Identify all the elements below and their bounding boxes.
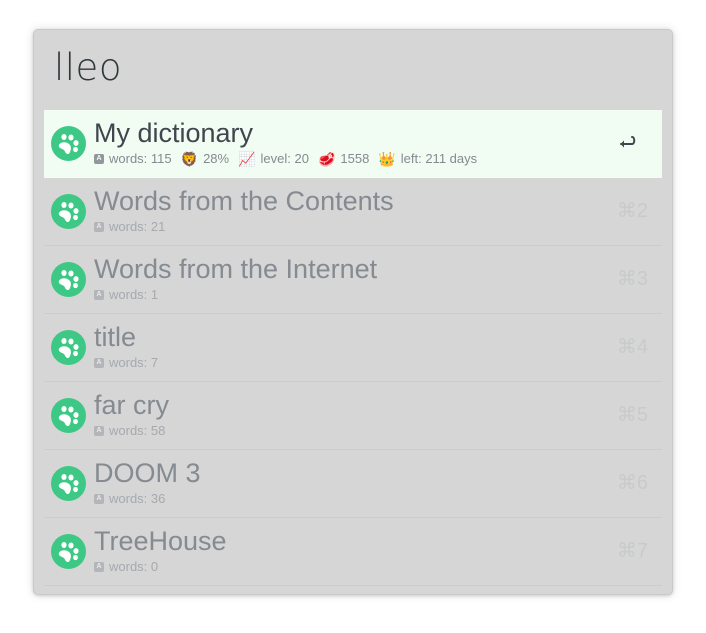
level-value: level: 20	[260, 151, 309, 166]
result-item-treehouse[interactable]: TreeHouse A words: 0 ⌘7	[44, 518, 662, 586]
result-item-doom-3[interactable]: DOOM 3 A words: 36 ⌘6	[44, 450, 662, 518]
launcher-window: lleo My dictionary A words: 115 🦁 28% 📈 …	[33, 29, 673, 595]
result-stats: A words: 36	[94, 490, 165, 508]
result-item-far-cry[interactable]: far cry A words: 58 ⌘5	[44, 382, 662, 450]
words-icon: A	[94, 290, 104, 300]
words-count: words: 58	[109, 423, 166, 438]
words-count: words: 21	[109, 219, 166, 234]
shortcut-hint: ⌘4	[616, 336, 648, 358]
result-stats: A words: 0	[94, 558, 158, 576]
result-item-my-dictionary[interactable]: My dictionary A words: 115 🦁 28% 📈 level…	[44, 110, 662, 178]
paw-icon	[51, 126, 86, 161]
words-icon: A	[94, 222, 104, 232]
words-icon: A	[94, 426, 104, 436]
search-query[interactable]: lleo	[54, 44, 122, 92]
result-title: My dictionary	[94, 118, 254, 148]
paw-icon	[51, 398, 86, 433]
crown-icon: 👑	[378, 151, 396, 167]
lion-icon: 🦁	[180, 151, 199, 167]
words-count: words: 115	[109, 151, 172, 166]
result-title: Words from the Internet	[94, 254, 378, 284]
result-stats: A words: 115 🦁 28% 📈 level: 20 🥩 1558 👑	[94, 150, 486, 168]
shortcut-hint: ⌘6	[616, 472, 648, 494]
paw-icon	[51, 262, 86, 297]
shortcut-hint: ⌘5	[616, 404, 648, 426]
result-stats: A words: 21	[94, 218, 165, 236]
progress-percent: 28%	[203, 151, 230, 166]
shortcut-hint: ⌘3	[616, 268, 648, 290]
result-title: TreeHouse	[94, 526, 227, 556]
result-stats: A words: 1	[94, 286, 158, 304]
result-item-title[interactable]: title A words: 7 ⌘4	[44, 314, 662, 382]
words-count: words: 0	[109, 559, 159, 574]
result-title: far cry	[94, 390, 170, 420]
words-count: words: 36	[109, 491, 166, 506]
results-list: My dictionary A words: 115 🦁 28% 📈 level…	[44, 110, 662, 586]
words-count: words: 7	[109, 355, 159, 370]
words-icon: A	[94, 562, 104, 572]
words-icon: A	[94, 154, 104, 164]
result-stats: A words: 58	[94, 422, 165, 440]
result-title: DOOM 3	[94, 458, 201, 488]
paw-icon	[51, 330, 86, 365]
shortcut-hint: ⌘2	[616, 200, 648, 222]
result-stats: A words: 7	[94, 354, 158, 372]
paw-icon	[51, 534, 86, 569]
enter-icon	[616, 132, 638, 154]
result-item-words-from-the-internet[interactable]: Words from the Internet A words: 1 ⌘3	[44, 246, 662, 314]
result-item-words-from-the-contents[interactable]: Words from the Contents A words: 21 ⌘2	[44, 178, 662, 246]
paw-icon	[51, 466, 86, 501]
result-title: title	[94, 322, 137, 352]
result-title: Words from the Contents	[94, 186, 394, 216]
chart-increasing-icon: 📈	[238, 151, 256, 167]
words-icon: A	[94, 494, 104, 504]
paw-icon	[51, 194, 86, 229]
words-icon: A	[94, 358, 104, 368]
meat-count: 1558	[340, 151, 370, 166]
meat-icon: 🥩	[317, 151, 336, 167]
words-count: words: 1	[109, 287, 159, 302]
days-left: left: 211 days	[400, 151, 478, 166]
shortcut-hint: ⌘7	[616, 540, 648, 562]
